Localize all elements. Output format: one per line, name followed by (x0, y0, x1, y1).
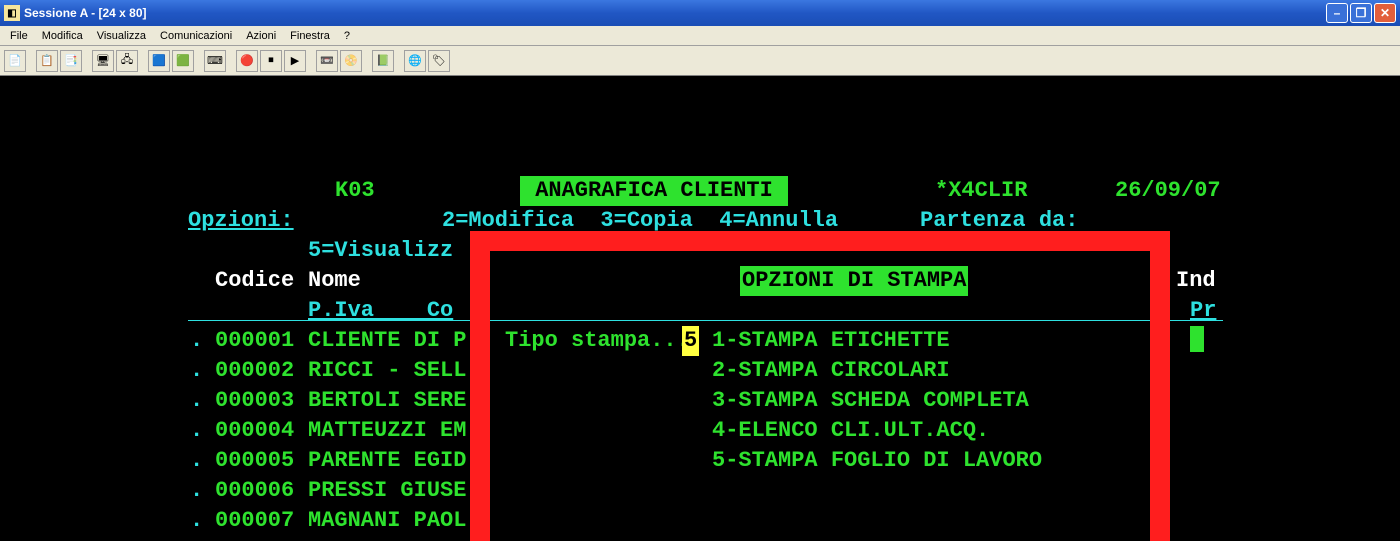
popup-option-5: 5-STAMPA FOGLIO DI LAVORO (712, 446, 1042, 476)
row-tick: . (190, 506, 203, 536)
window-title: Sessione A - [24 x 80] (24, 6, 147, 20)
toolbar-btn-11[interactable]: ▶ (284, 50, 306, 72)
row-code-6: 000006 (215, 476, 294, 506)
terminal-screen[interactable]: K03 ANAGRAFICA CLIENTI *X4CLIR 26/09/07 … (0, 76, 1400, 525)
row-name-4: MATTEUZZI EM (308, 416, 466, 446)
row-name-6: PRESSI GIUSE (308, 476, 466, 506)
row-code-7: 000007 (215, 506, 294, 536)
menu-comunicazioni[interactable]: Comunicazioni (154, 28, 238, 44)
row-tick: . (190, 386, 203, 416)
popup-option-1: 1-STAMPA ETICHETTE (712, 326, 950, 356)
row-tick: . (190, 416, 203, 446)
toolbar-btn-12[interactable]: 📼 (316, 50, 338, 72)
row-code-1: 000001 (215, 326, 294, 356)
toolbar-btn-13[interactable]: 📀 (340, 50, 362, 72)
row-code-3: 000003 (215, 386, 294, 416)
opzioni-label: Opzioni: (188, 206, 294, 236)
toolbar-btn-14[interactable]: 📗 (372, 50, 394, 72)
row-name-7: MAGNANI PAOL (308, 506, 466, 536)
app-icon: ◧ (4, 5, 20, 21)
popup-option-2: 2-STAMPA CIRCOLARI (712, 356, 950, 386)
close-button[interactable]: ✕ (1374, 3, 1396, 23)
popup-field-value[interactable]: 5 (682, 326, 699, 356)
col-codice: Codice (215, 266, 294, 296)
menu-bar: File Modifica Visualizza Comunicazioni A… (0, 26, 1400, 46)
menu-visualizza[interactable]: Visualizza (91, 28, 152, 44)
toolbar-btn-5[interactable]: 🖧 (116, 50, 138, 72)
row-name-1: CLIENTE DI P (308, 326, 466, 356)
screen-code: K03 (335, 176, 375, 206)
toolbar-btn-9[interactable]: 🔴 (236, 50, 258, 72)
menu-finestra[interactable]: Finestra (284, 28, 336, 44)
col-nome: Nome (308, 266, 361, 296)
minimize-button[interactable]: – (1326, 3, 1348, 23)
menu-azioni[interactable]: Azioni (240, 28, 282, 44)
window-titlebar: ◧ Sessione A - [24 x 80] – ❐ ✕ (0, 0, 1400, 26)
toolbar-btn-8[interactable]: ⌨ (204, 50, 226, 72)
row-name-2: RICCI - SELL (308, 356, 466, 386)
toolbar-btn-16[interactable]: 🏷 (428, 50, 450, 72)
menu-file[interactable]: File (4, 28, 34, 44)
col-ind: Ind (1176, 266, 1216, 296)
menu-modifica[interactable]: Modifica (36, 28, 89, 44)
row-tick: . (190, 446, 203, 476)
toolbar-btn-15[interactable]: 🌐 (404, 50, 426, 72)
popup-title: OPZIONI DI STAMPA (740, 266, 968, 296)
popup-field-label: Tipo stampa...: (505, 326, 703, 356)
menu-help[interactable]: ? (338, 28, 356, 44)
toolbar-btn-3[interactable]: 📑 (60, 50, 82, 72)
toolbar-btn-1[interactable]: 📄 (4, 50, 26, 72)
row-tick: . (190, 476, 203, 506)
maximize-button[interactable]: ❐ (1350, 3, 1372, 23)
subhead-pr: Pr (1190, 296, 1216, 326)
row-name-5: PARENTE EGID (308, 446, 466, 476)
row-code-5: 000005 (215, 446, 294, 476)
screen-title: ANAGRAFICA CLIENTI (520, 176, 788, 206)
toolbar-btn-4[interactable]: 🖥 (92, 50, 114, 72)
subhead-piva: P.Iva Co (308, 296, 453, 326)
toolbar-btn-2[interactable]: 📋 (36, 50, 58, 72)
popup-option-4: 4-ELENCO CLI.ULT.ACQ. (712, 416, 989, 446)
toolbar-btn-7[interactable]: 🟩 (172, 50, 194, 72)
row-name-3: BERTOLI SERE (308, 386, 466, 416)
popup-option-3: 3-STAMPA SCHEDA COMPLETA (712, 386, 1029, 416)
cursor-block (1190, 326, 1204, 352)
row-tick: . (190, 326, 203, 356)
row-tick: . (190, 356, 203, 386)
row-code-4: 000004 (215, 416, 294, 446)
toolbar-btn-10[interactable]: ⏹ (260, 50, 282, 72)
screen-date: 26/09/07 (1115, 176, 1221, 206)
toolbar-btn-6[interactable]: 🟦 (148, 50, 170, 72)
opzione-5: 5=Visualizz (308, 236, 453, 266)
row-code-2: 000002 (215, 356, 294, 386)
toolbar: 📄 📋 📑 🖥 🖧 🟦 🟩 ⌨ 🔴 ⏹ ▶ 📼 📀 📗 🌐 🏷 (0, 46, 1400, 76)
program-id: *X4CLIR (935, 176, 1027, 206)
